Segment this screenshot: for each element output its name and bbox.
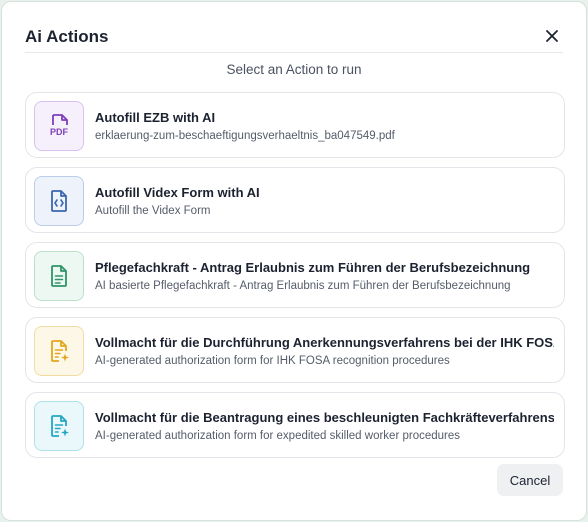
action-subtitle: Autofill the Videx Form <box>95 205 211 217</box>
action-title: Pflegefachkraft - Antrag Erlaubnis zum F… <box>95 260 531 275</box>
action-card-vollmacht-ihk-fosa[interactable]: Vollmacht für die Durchführung Anerkennu… <box>25 317 565 383</box>
action-subtitle: AI-generated authorization form for expe… <box>95 430 460 442</box>
action-title: Autofill EZB with AI <box>95 110 216 125</box>
action-card-autofill-videx[interactable]: Autofill Videx Form with AI Autofill the… <box>25 167 565 233</box>
action-icon-box <box>34 326 84 376</box>
action-title: Vollmacht für die Durchführung Anerkennu… <box>95 335 554 350</box>
action-subtitle: erklaerung-zum-beschaeftigungsverhaeltni… <box>95 130 395 142</box>
action-subtitle: AI basierte Pflegefachkraft - Antrag Erl… <box>95 280 511 292</box>
action-card-autofill-ezb[interactable]: PDF Autofill EZB with AI erklaerung-zum-… <box>25 92 565 158</box>
ai-document-icon <box>51 415 69 437</box>
dialog-header: Ai Actions <box>25 25 563 53</box>
close-button[interactable] <box>541 25 563 47</box>
action-text: Autofill EZB with AI erklaerung-zum-besc… <box>95 110 554 142</box>
action-icon-box: PDF <box>34 101 84 151</box>
ai-actions-dialog: Ai Actions Select an Action to run PDF A… <box>1 1 587 521</box>
code-file-icon <box>51 190 67 212</box>
cancel-button[interactable]: Cancel <box>497 464 563 496</box>
action-text: Vollmacht für die Beantragung eines besc… <box>95 410 554 442</box>
action-icon-box <box>34 176 84 226</box>
action-list: PDF Autofill EZB with AI erklaerung-zum-… <box>25 92 565 467</box>
document-icon <box>51 265 67 287</box>
action-title: Vollmacht für die Beantragung eines besc… <box>95 410 554 425</box>
action-title: Autofill Videx Form with AI <box>95 185 260 200</box>
svg-text:PDF: PDF <box>50 127 69 137</box>
action-text: Pflegefachkraft - Antrag Erlaubnis zum F… <box>95 260 554 292</box>
action-subtitle: AI-generated authorization form for IHK … <box>95 355 450 367</box>
close-icon <box>546 30 558 42</box>
action-card-vollmacht-fachkraefteverfahren[interactable]: Vollmacht für die Beantragung eines besc… <box>25 392 565 458</box>
action-card-pflegefachkraft[interactable]: Pflegefachkraft - Antrag Erlaubnis zum F… <box>25 242 565 308</box>
action-icon-box <box>34 401 84 451</box>
header-divider <box>25 52 563 53</box>
action-icon-box <box>34 251 84 301</box>
pdf-icon: PDF <box>50 114 69 137</box>
dialog-title: Ai Actions <box>25 27 109 46</box>
ai-document-icon <box>51 340 69 362</box>
dialog-subtitle: Select an Action to run <box>226 62 362 77</box>
action-text: Autofill Videx Form with AI Autofill the… <box>95 185 554 217</box>
action-text: Vollmacht für die Durchführung Anerkennu… <box>95 335 554 367</box>
